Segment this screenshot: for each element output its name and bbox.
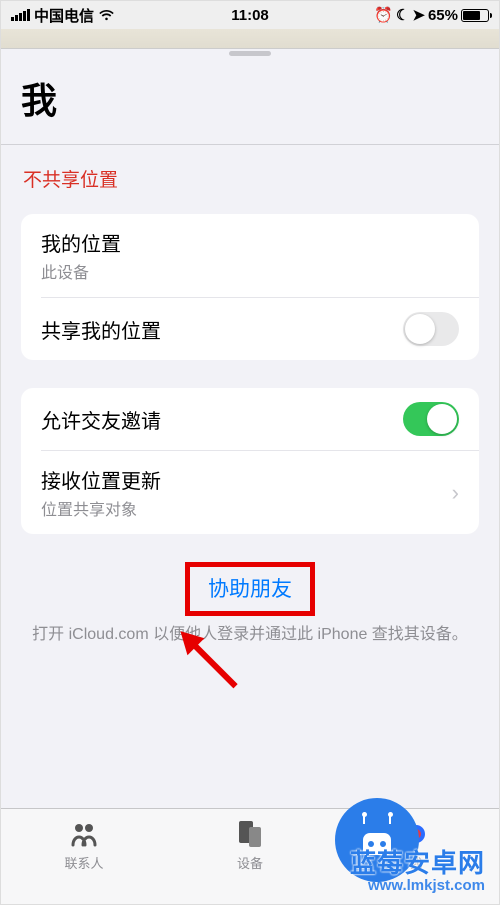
battery-pct: 65% [428,7,458,24]
map-background [1,29,499,49]
share-location-toggle[interactable] [403,312,459,346]
alarm-icon: ⏰ [374,6,393,24]
wifi-icon [98,9,115,22]
receive-update-row[interactable]: 接收位置更新 位置共享对象 › [41,450,479,534]
tab-people[interactable]: 联系人 [1,809,167,904]
allow-invite-title: 允许交友邀请 [41,405,161,434]
people-icon [69,819,99,849]
clock: 11:08 [231,7,269,24]
location-arrow-icon: ➤ [412,6,425,24]
my-location-title: 我的位置 [41,228,121,257]
my-location-row[interactable]: 我的位置 此设备 [21,214,479,297]
carrier-label: 中国电信 [34,5,94,26]
allow-invite-toggle[interactable] [403,402,459,436]
tab-devices[interactable]: 设备 [167,809,333,904]
chevron-right-icon: › [452,480,459,506]
me-sheet: 我 不共享位置 我的位置 此设备 共享我的位置 允许交友邀请 接收位置更新 [1,51,499,831]
cellular-signal-icon [11,9,30,21]
status-bar: 中国电信 11:08 ⏰ ☾ ➤ 65% [1,1,499,29]
page-title: 我 [1,64,499,144]
tab-devices-label: 设备 [237,853,263,872]
sheet-grabber[interactable] [229,51,271,56]
help-friend-highlight: 协助朋友 [185,562,315,616]
do-not-disturb-icon: ☾ [396,6,409,24]
watermark-line1: 蓝莓安卓网 [350,849,485,878]
devices-icon [235,819,265,849]
tab-people-label: 联系人 [64,853,103,872]
allow-invite-row: 允许交友邀请 [21,388,479,450]
battery-icon [461,9,489,22]
friend-group: 允许交友邀请 接收位置更新 位置共享对象 › [21,388,479,534]
watermark-line2: www.lmkjst.com [350,878,485,895]
my-location-sub: 此设备 [41,259,121,283]
receive-update-title: 接收位置更新 [41,465,161,494]
share-location-title: 共享我的位置 [41,315,161,344]
receive-update-sub: 位置共享对象 [41,496,161,520]
location-group: 我的位置 此设备 共享我的位置 [21,214,479,360]
not-sharing-label: 不共享位置 [1,145,499,214]
share-location-row: 共享我的位置 [41,297,479,360]
watermark-text: 蓝莓安卓网 www.lmkjst.com [350,849,485,894]
help-friend-description: 打开 iCloud.com 以便他人登录并通过此 iPhone 查找其设备。 [1,616,499,646]
help-friend-link[interactable]: 协助朋友 [208,578,292,601]
